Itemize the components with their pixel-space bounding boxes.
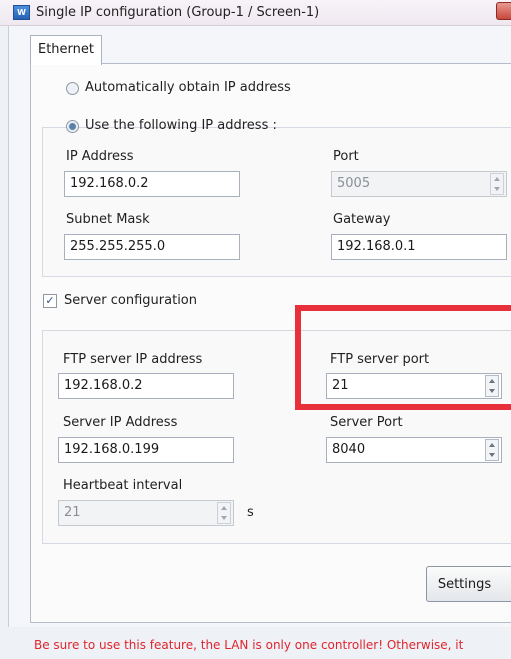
port-field[interactable]: 5005 [331, 171, 507, 197]
gateway-field[interactable]: 192.168.0.1 [331, 234, 507, 260]
server-ip-label: Server IP Address [63, 415, 178, 430]
server-config-label: Server configuration [64, 293, 197, 308]
ip-address-label: IP Address [66, 149, 134, 164]
subnet-mask-field[interactable]: 255.255.255.0 [64, 234, 240, 260]
manual-ip-label: Use the following IP address : [85, 118, 277, 133]
auto-ip-label: Automatically obtain IP address [85, 80, 291, 95]
server-ip-field[interactable]: 192.168.0.199 [58, 437, 234, 463]
highlight-box [295, 305, 511, 410]
server-port-label: Server Port [330, 415, 403, 430]
ftp-ip-field[interactable]: 192.168.0.2 [58, 373, 234, 399]
server-port-spinner[interactable] [485, 439, 499, 461]
port-spinner[interactable] [490, 173, 504, 195]
ip-address-field[interactable]: 192.168.0.2 [64, 171, 240, 197]
port-label: Port [333, 149, 359, 164]
heartbeat-label: Heartbeat interval [63, 478, 183, 493]
close-button[interactable] [496, 2, 511, 20]
title-bar: W Single IP configuration (Group-1 / Scr… [0, 0, 511, 26]
manual-ip-radio[interactable] [66, 120, 79, 133]
window-title: Single IP configuration (Group-1 / Scree… [36, 5, 320, 20]
server-port-field[interactable]: 8040 [326, 437, 502, 463]
heartbeat-field[interactable]: 21 [58, 500, 234, 526]
subnet-mask-label: Subnet Mask [66, 212, 150, 227]
server-config-checkbox[interactable]: ✓ [43, 294, 57, 308]
gateway-label: Gateway [333, 212, 391, 227]
heartbeat-unit: s [247, 505, 254, 520]
ftp-ip-label: FTP server IP address [63, 352, 203, 367]
warning-text: Be sure to use this feature, the LAN is … [34, 638, 464, 652]
heartbeat-spinner[interactable] [217, 502, 231, 524]
settings-button[interactable]: Settings [426, 566, 511, 602]
auto-ip-radio[interactable] [66, 82, 79, 95]
tab-ethernet[interactable]: Ethernet [30, 35, 102, 65]
app-icon: W [13, 5, 30, 20]
